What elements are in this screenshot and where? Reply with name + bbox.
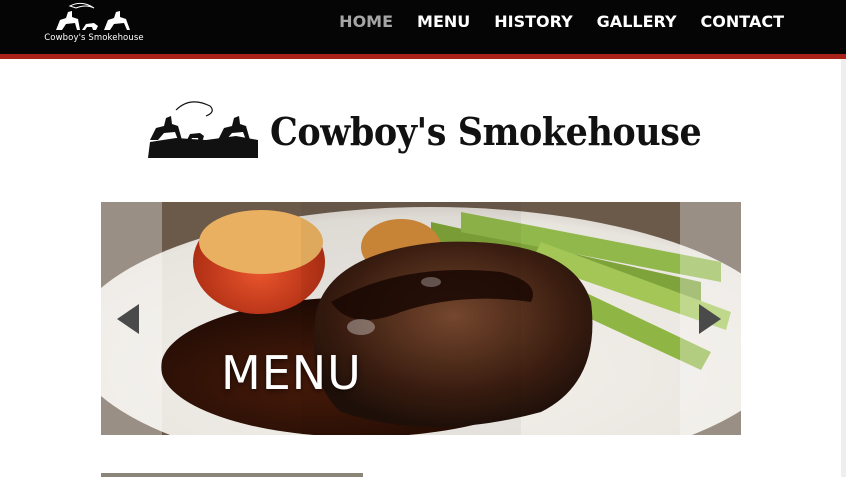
- cowboy-riders-banner-icon: [148, 101, 258, 158]
- hero-slider[interactable]: MENU: [101, 202, 741, 435]
- steak-plate-photo: [101, 202, 741, 435]
- nav-item-gallery[interactable]: GALLERY: [585, 11, 689, 33]
- brand-header: Cowboy's Smokehouse: [146, 100, 706, 164]
- nav-item-history[interactable]: HISTORY: [482, 11, 584, 33]
- top-navbar: Cowboy's Smokehouse HOME MENU HISTORY GA…: [0, 0, 846, 54]
- nav-item-menu[interactable]: MENU: [405, 11, 482, 33]
- cowboy-riders-logo-icon: [56, 2, 130, 30]
- main-nav: HOME MENU HISTORY GALLERY CONTACT: [327, 11, 796, 33]
- nav-logo[interactable]: Cowboy's Smokehouse: [40, 2, 148, 46]
- nav-logo-text: Cowboy's Smokehouse: [44, 33, 144, 43]
- slide-caption[interactable]: MENU: [221, 346, 362, 400]
- nav-item-contact[interactable]: CONTACT: [689, 11, 796, 33]
- nav-accent-line: [0, 54, 846, 59]
- scrollbar-track[interactable]: [841, 59, 846, 477]
- next-section-image-edge: [101, 473, 363, 477]
- brand-title: Cowboy's Smokehouse: [270, 109, 702, 154]
- slider-prev-button[interactable]: [115, 302, 141, 336]
- arrow-right-icon: [699, 304, 721, 334]
- arrow-left-icon: [117, 304, 139, 334]
- slider-next-button[interactable]: [697, 302, 723, 336]
- nav-item-home[interactable]: HOME: [327, 11, 405, 33]
